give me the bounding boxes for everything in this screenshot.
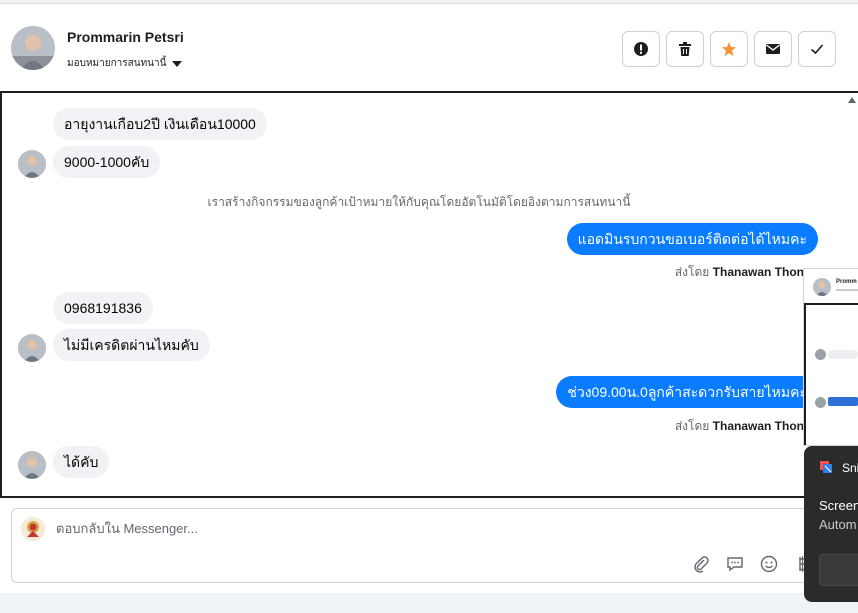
footer-strip bbox=[0, 593, 858, 613]
incoming-message: 9000-1000คับ bbox=[53, 146, 161, 178]
emoji-button[interactable] bbox=[758, 553, 780, 575]
message-thread[interactable]: อายุงานเกือบ2ปี เงินเดือน10000 9000-1000… bbox=[0, 91, 858, 498]
outgoing-message: แอดมินรบกวนขอเบอร์ติดต่อได้ไหมคะ bbox=[566, 223, 818, 255]
contact-name[interactable]: Prommarin Petsri bbox=[67, 29, 184, 45]
reply-composer bbox=[11, 508, 858, 583]
snip-app-title: Sni bbox=[842, 461, 858, 475]
conversation-header: Prommarin Petsri มอบหมายการสนทนานี้ bbox=[0, 4, 858, 92]
scroll-up-arrow-icon[interactable] bbox=[848, 97, 856, 103]
contact-avatar-small bbox=[18, 150, 46, 178]
attach-button[interactable] bbox=[690, 553, 712, 575]
sent-by-name: Thanawan Thon bbox=[712, 419, 804, 433]
delete-button[interactable] bbox=[666, 31, 704, 67]
mark-unread-button[interactable] bbox=[754, 31, 792, 67]
snipping-tool-icon bbox=[820, 461, 832, 473]
contact-avatar-small bbox=[18, 334, 46, 362]
outgoing-message: ช่วง09.00น.0ลูกค้าสะดวกรับสายไหมคะ bbox=[556, 376, 818, 408]
incoming-message: 0968191836 bbox=[53, 292, 153, 324]
sent-by-prefix: ส่งโดย bbox=[674, 419, 710, 433]
thumb-msg bbox=[828, 350, 858, 359]
system-note: เราสร้างกิจกรรมของลูกค้าเป้าหมายให้กับคุ… bbox=[207, 195, 631, 209]
assign-conversation-dropdown[interactable]: มอบหมายการสนทนานี้ bbox=[67, 56, 183, 71]
emoji-icon bbox=[760, 555, 778, 573]
caret-down-icon bbox=[172, 60, 183, 67]
paperclip-icon bbox=[694, 556, 709, 573]
contact-avatar-small bbox=[18, 451, 46, 479]
contact-avatar[interactable] bbox=[11, 26, 55, 70]
sent-by-prefix: ส่งโดย bbox=[674, 265, 710, 279]
thumb-thread bbox=[804, 303, 858, 445]
star-icon bbox=[722, 42, 736, 56]
conversation-actions bbox=[622, 31, 836, 67]
snip-action-button[interactable] bbox=[819, 554, 858, 586]
window-thumbnail-preview[interactable]: Promm bbox=[803, 268, 858, 446]
saved-reply-icon bbox=[727, 557, 743, 572]
incoming-message: ได้คับ bbox=[53, 446, 110, 478]
trash-icon bbox=[679, 42, 691, 56]
sent-by-label: ส่งโดย Thanawan Thon bbox=[675, 263, 804, 282]
snip-body: Autom bbox=[819, 517, 857, 532]
thumb-msg-avatar bbox=[815, 349, 826, 360]
inbox-conversation-view: Prommarin Petsri มอบหมายการสนทนานี้ อายุ… bbox=[0, 0, 858, 613]
exclamation-icon bbox=[634, 42, 648, 56]
checkmark-icon bbox=[810, 44, 824, 55]
page-avatar bbox=[21, 517, 45, 541]
thumb-msg bbox=[828, 397, 858, 406]
thumb-msg-avatar bbox=[815, 397, 826, 408]
thumb-name: Promm bbox=[836, 279, 857, 285]
incoming-message: ไม่มีเครดิตผ่านไหมคับ bbox=[53, 329, 210, 361]
follow-up-button[interactable] bbox=[710, 31, 748, 67]
thumb-avatar bbox=[813, 278, 831, 296]
mark-done-button[interactable] bbox=[798, 31, 836, 67]
snipping-tool-notification[interactable]: Sni Screen Autom bbox=[804, 446, 858, 602]
composer-tools bbox=[690, 553, 814, 575]
snip-heading: Screen bbox=[819, 498, 858, 513]
incoming-message: อายุงานเกือบ2ปี เงินเดือน10000 bbox=[53, 108, 267, 140]
spam-button[interactable] bbox=[622, 31, 660, 67]
sent-by-name: Thanawan Thon bbox=[712, 265, 804, 279]
envelope-icon bbox=[766, 44, 780, 54]
saved-reply-button[interactable] bbox=[724, 553, 746, 575]
sent-by-label: ส่งโดย Thanawan Thon bbox=[675, 417, 804, 436]
assign-label: มอบหมายการสนทนานี้ bbox=[67, 58, 167, 69]
reply-input[interactable] bbox=[56, 521, 656, 536]
thumb-subline bbox=[836, 289, 858, 291]
